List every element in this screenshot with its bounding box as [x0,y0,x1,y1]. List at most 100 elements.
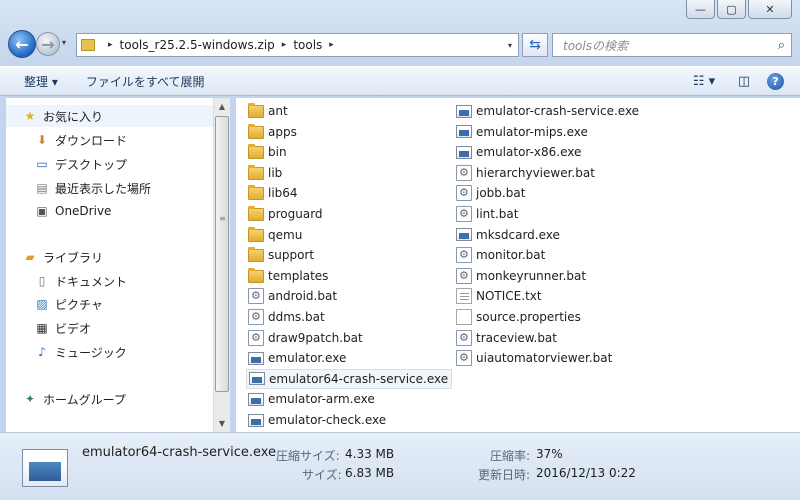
file-item[interactable]: monitor.bat [454,245,548,265]
sidebar-item-downloads[interactable]: ⬇ ダウンロード [6,129,213,151]
sidebar-item-music[interactable]: ♪ ミュージック [6,341,213,363]
close-button[interactable]: ✕ [748,0,792,19]
selected-file-name: emulator64-crash-service.exe [82,445,277,460]
breadcrumb-separator[interactable]: ▸ [282,40,287,50]
file-item[interactable]: ddms.bat [246,307,328,327]
file-item[interactable]: emulator-x86.exe [454,142,584,162]
help-icon[interactable]: ? [767,72,784,90]
libraries-icon: ▰ [25,250,35,264]
onedrive-icon: ▣ [36,204,48,218]
scroll-up-icon[interactable]: ▲ [214,98,230,115]
file-item[interactable]: hierarchyviewer.bat [454,163,598,183]
file-item[interactable]: emulator-check.exe [246,410,389,430]
sidebar-item-desktop[interactable]: ▭ デスクトップ [6,153,213,175]
view-options-icon[interactable]: ☷ ▾ [687,72,721,90]
exe-file-icon [248,413,264,427]
file-name: support [268,248,315,263]
file-item[interactable]: lint.bat [454,204,521,224]
file-item[interactable]: emulator.exe [246,348,349,368]
file-item[interactable]: support [246,245,317,265]
file-name: mksdcard.exe [476,227,560,242]
file-item[interactable]: ant [246,101,291,121]
file-name: emulator64-crash-service.exe [269,371,449,386]
file-item[interactable]: traceview.bat [454,328,560,348]
file-item[interactable]: draw9patch.bat [246,328,366,348]
file-item[interactable]: emulator-crash-service.exe [454,101,642,121]
sidebar-item-label: ピクチャ [55,297,103,312]
file-name: emulator-crash-service.exe [476,104,640,118]
search-icon[interactable]: ⌕ [778,38,785,53]
sidebar-item-documents[interactable]: ▯ ドキュメント [6,270,213,292]
scrollbar-thumb[interactable]: ≡ [215,116,229,392]
file-item[interactable]: monkeyrunner.bat [454,266,589,286]
folder-icon [248,185,264,201]
file-item[interactable]: templates [246,266,331,286]
file-item[interactable]: lib64 [246,183,301,203]
address-dropdown-icon[interactable]: ▾ [508,41,512,50]
organize-button[interactable]: 整理 ▾ [16,73,66,90]
sidebar-item-homegroup[interactable]: ✦ ホームグループ [6,388,213,410]
file-item[interactable]: proguard [246,204,326,224]
file-name: apps [268,124,297,139]
search-input[interactable]: toolsの検索 ⌕ [552,33,792,57]
file-item[interactable]: qemu [246,225,305,245]
bat-file-icon [248,288,264,305]
file-item[interactable]: apps [246,122,300,142]
file-item[interactable]: emulator64-crash-service.exe [246,368,453,389]
forward-arrow-icon: → [41,34,55,54]
navigation-bar: ← → ▾ ▸ tools_r25.2.5-windows.zip ▸ tool… [0,28,800,60]
maximize-button[interactable]: ▢ [717,0,746,19]
file-item[interactable]: source.properties [454,307,584,327]
address-bar[interactable]: ▸ tools_r25.2.5-windows.zip ▸ tools ▸ ▾ [76,33,519,57]
file-name: android.bat [268,289,338,304]
command-bar: 整理 ▾ ファイルをすべて展開 ☷ ▾ ◫ ? [0,66,800,96]
breadcrumb-separator[interactable]: ▸ [108,40,113,50]
breadcrumb-zip[interactable]: tools_r25.2.5-windows.zip [120,38,275,52]
sidebar-item-onedrive[interactable]: ▣ OneDrive [6,200,213,222]
sidebar-item-label: ライブラリ [43,250,104,265]
bat-file-icon [456,350,472,367]
back-button[interactable]: ← [8,30,36,58]
breadcrumb-separator[interactable]: ▸ [329,40,334,50]
file-name: lib64 [268,186,298,201]
file-item[interactable]: android.bat [246,286,340,306]
file-name: emulator-x86.exe [476,145,582,160]
preview-pane-icon[interactable]: ◫ [735,72,753,90]
file-name: monkeyrunner.bat [476,268,587,283]
refresh-button[interactable]: ⇆ [522,33,548,57]
sidebar-item-recent-places[interactable]: ▤ 最近表示した場所 [6,177,213,199]
file-item[interactable]: bin [246,142,290,162]
bat-file-icon [456,329,472,346]
file-item[interactable]: emulator-arm.exe [246,389,378,409]
file-name: ddms.bat [268,310,325,324]
bat-file-icon [248,329,264,346]
recent-pages-dropdown[interactable]: ▾ [62,38,66,47]
sidebar-item-favorites[interactable]: ★ お気に入り [6,105,213,127]
sidebar-item-videos[interactable]: ▦ ビデオ [6,317,213,339]
file-item[interactable]: uiautomatorviewer.bat [454,348,615,368]
size-value: 6.83 MB [345,466,395,480]
bat-file-icon [456,267,472,284]
breadcrumb-tools[interactable]: tools [293,38,322,52]
forward-button[interactable]: → [36,32,60,56]
file-item[interactable]: mksdcard.exe [454,225,563,245]
caption-buttons: — ▢ ✕ [686,0,792,19]
minimize-button[interactable]: — [686,0,715,19]
file-item[interactable]: NOTICE.txt [454,286,545,306]
file-item[interactable]: emulator-mips.exe [454,122,591,142]
sidebar-item-libraries[interactable]: ▰ ライブラリ [6,246,213,268]
navigation-pane-scrollbar[interactable]: ▲ ≡ ▼ [213,98,230,432]
details-pane: emulator64-crash-service.exe 圧縮サイズ: 4.33… [0,432,800,500]
extract-all-button[interactable]: ファイルをすべて展開 [78,73,213,90]
sidebar-item-label: OneDrive [55,204,112,218]
file-item[interactable]: lib [246,163,285,183]
folder-icon [248,123,264,139]
compressed-size-value: 4.33 MB [345,447,395,461]
file-name: hierarchyviewer.bat [476,165,595,180]
file-item[interactable]: jobb.bat [454,183,528,203]
explorer-window: — ▢ ✕ ← → ▾ ▸ tools_r25.2.5-windows.zip … [0,0,800,500]
file-name: lib [268,165,283,180]
sidebar-item-pictures[interactable]: ▨ ピクチャ [6,293,213,315]
bat-file-icon [456,206,472,222]
scroll-down-icon[interactable]: ▼ [214,415,230,432]
